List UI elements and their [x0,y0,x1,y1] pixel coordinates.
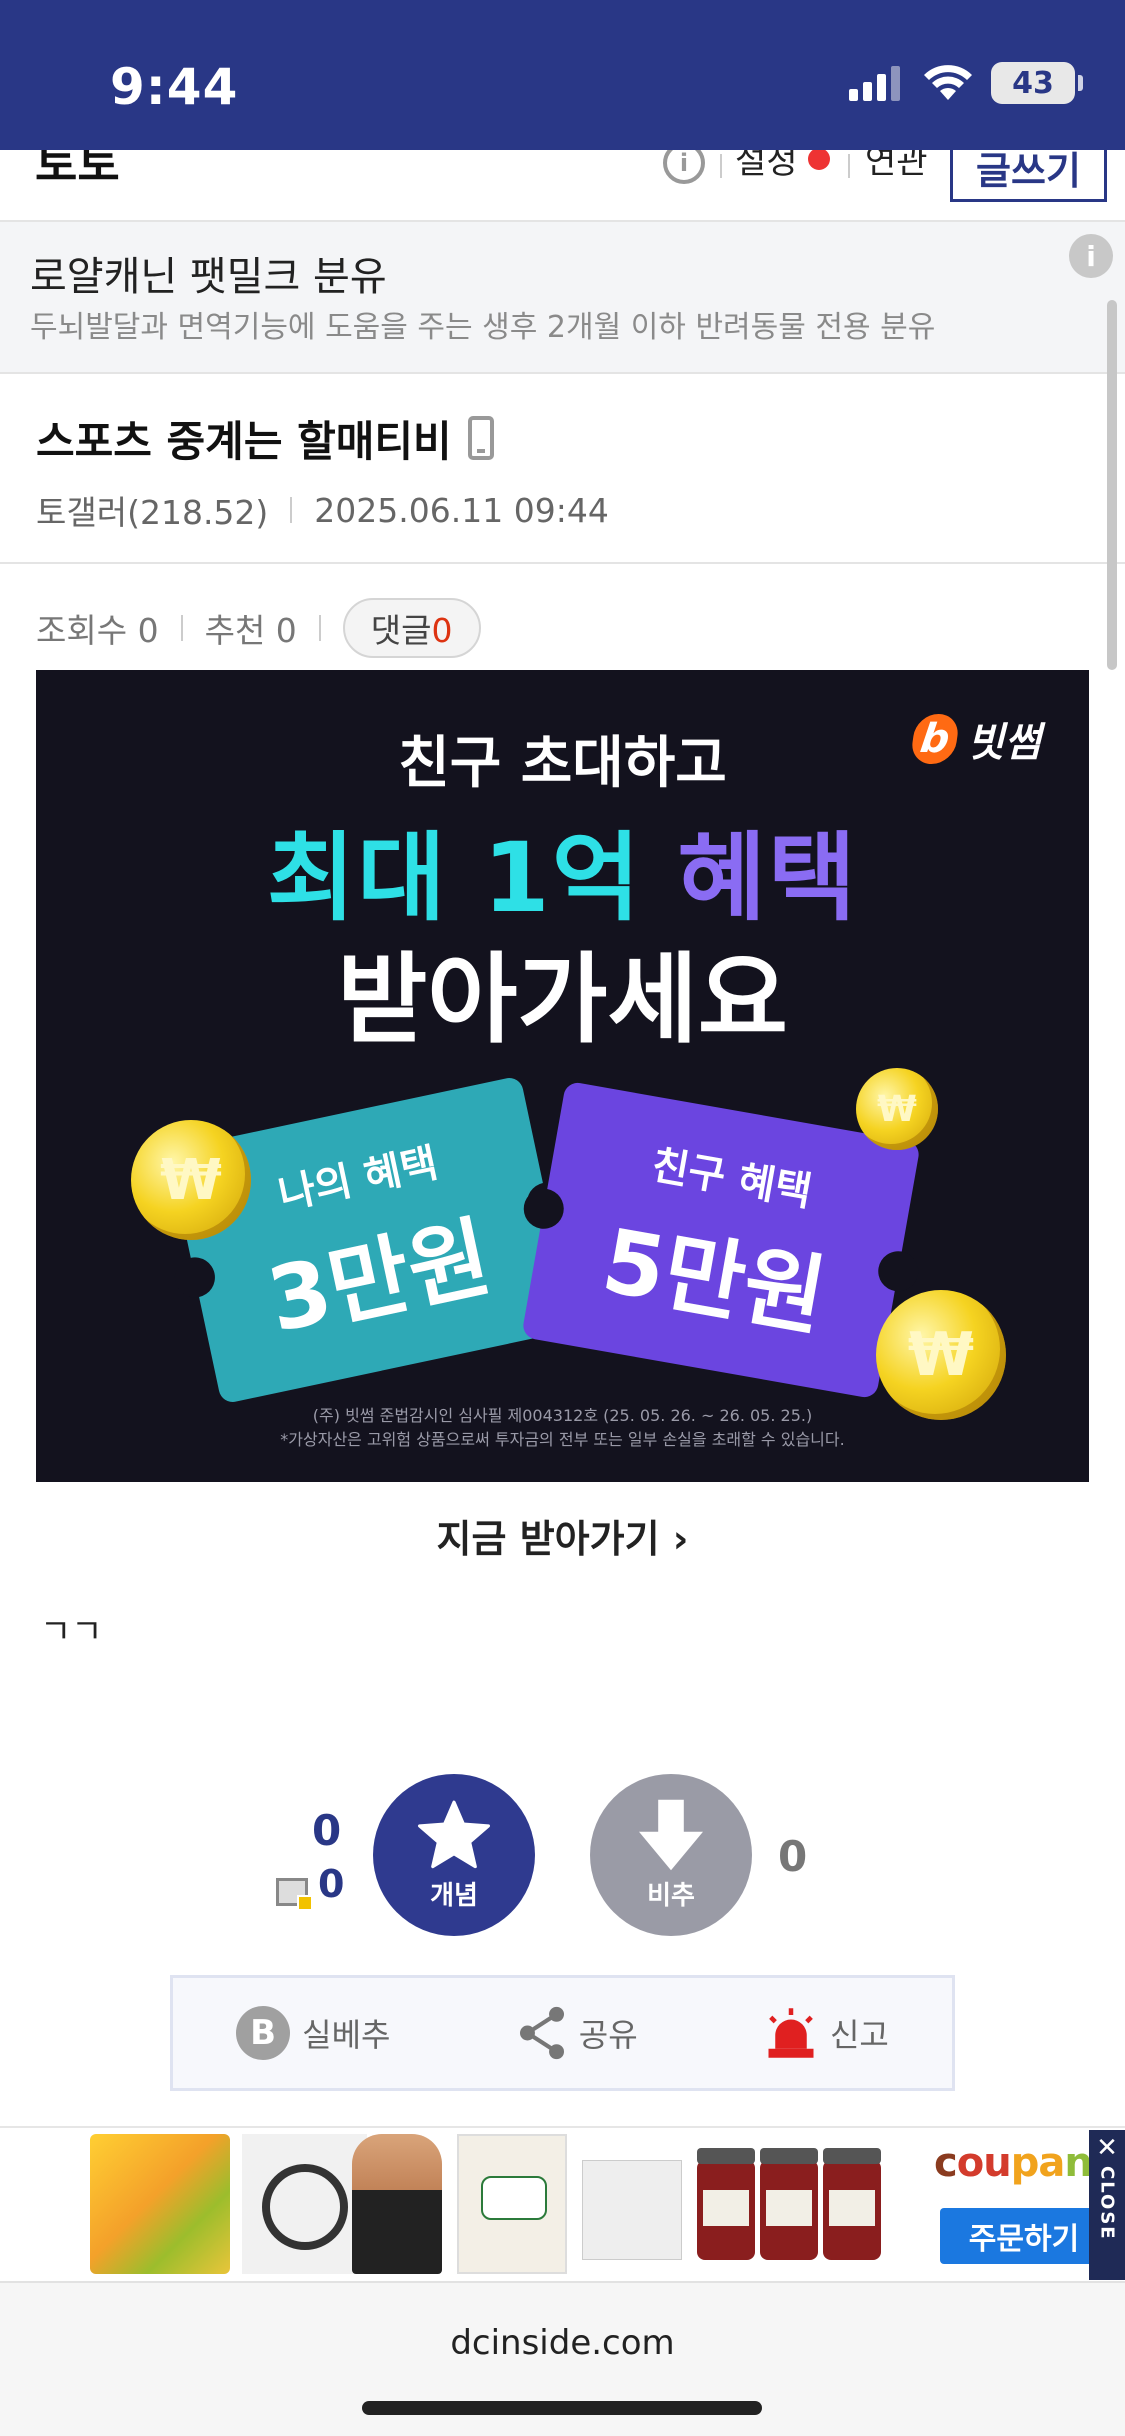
star-icon [417,1800,490,1868]
post-meta: 토갤러(218.52) 2025.06.11 09:44 [36,486,609,534]
comment-button[interactable]: 댓글0 [342,598,481,658]
won-coin-icon: ₩ [876,1290,1006,1420]
b-badge-icon: B [236,2006,291,2060]
logo-letter: ou [956,2140,1012,2186]
promo-line2: 최대 1억 혜택 [36,800,1089,939]
logo-letter: c [934,2140,958,2186]
gallery-name[interactable]: 토토 [35,150,120,194]
logo-letter: pa [1010,2140,1066,2186]
fitness-model-image [352,2134,442,2274]
share-icon [519,2006,564,2060]
divider [290,497,293,523]
signal-icon [849,66,900,101]
mango-product-image[interactable] [90,2134,230,2274]
close-icon: ✕ [1096,2133,1118,2163]
info-icon[interactable]: i [663,150,705,184]
upvote-label: 개념 [430,1880,478,1911]
my-benefit-coupon: 나의 혜택 3만원 [167,1075,575,1405]
mobile-device-icon [468,416,494,460]
ad-description: 두뇌발달과 면역기능에 도움을 주는 생후 2개월 이하 반려동물 전용 분유 [30,310,936,345]
rice-bag-product-image[interactable] [457,2134,567,2274]
divider [720,154,722,178]
divider [848,154,850,178]
settings-link[interactable]: 설정 [735,150,798,183]
promo-fine-print: (주) 빗썸 준법감시인 심사필 제004312호 (25. 05. 26. ~… [312,1406,813,1425]
divider [318,615,321,641]
report-button[interactable]: 신고 [764,2006,889,2060]
promo-highlight-benefit: 혜택 [677,822,859,934]
home-indicator[interactable] [362,2401,762,2415]
downvote-count: 0 [778,1832,808,1881]
comment-label: 댓글 [370,611,432,650]
promo-line3: 받아가세요 [337,943,788,1057]
gallery-header: 토토 i 설정 연관 글쓰기 [0,150,1125,222]
notification-dot [808,150,830,170]
downvote-label: 비추 [647,1880,695,1911]
post-stats: 조회수 0 추천 0 댓글0 [36,598,481,658]
browser-url[interactable]: dcinside.com [0,2323,1125,2363]
jar-product-image[interactable] [823,2148,881,2260]
won-coin-icon: ₩ [131,1120,251,1240]
fixed-upvote-count: 0 [318,1862,345,1906]
ad-title[interactable]: 로얄캐닌 팻밀크 분유 [30,244,387,302]
divider [180,615,183,641]
jar-product-image[interactable] [760,2148,818,2260]
share-button[interactable]: 공유 [517,2006,638,2060]
post-title: 스포츠 중계는 할매티비 [36,417,452,466]
promo-line1: 친구 초대하고 [398,731,727,796]
status-time: 9:44 [110,58,239,116]
recommend-count: 추천 0 [204,611,297,650]
wifi-icon [924,65,972,100]
downvote-button[interactable]: 비추 [590,1774,752,1936]
fixed-upvote-icon [276,1878,313,1911]
promo-banner[interactable]: b 빗썸 친구 초대하고 최대 1억 혜택 받아가세요 나의 혜택 3만원 친구… [36,670,1089,1482]
resistance-band-product-image[interactable] [242,2134,367,2274]
browser-address-bar[interactable]: dcinside.com [0,2281,1125,2436]
ad-info-icon[interactable]: i [1069,234,1113,278]
write-button[interactable]: 글쓰기 [950,150,1107,202]
order-button[interactable]: 주문하기 [940,2208,1108,2264]
comment-count: 0 [431,611,453,650]
box-product-image[interactable] [582,2160,682,2260]
jar-product-image[interactable] [697,2148,755,2260]
logo-letter: n [1064,2140,1093,2186]
close-label: CLOSE [1096,2166,1118,2241]
promo-cta-link[interactable]: 지금 받아가기 › [0,1508,1125,1563]
post-header: 스포츠 중계는 할매티비 토갤러(218.52) 2025.06.11 09:4… [0,374,1125,564]
share-label: 공유 [578,2016,638,2054]
upvote-count: 0 [312,1806,342,1855]
post-body: ㄱㄱ [40,1612,103,1652]
view-count: 조회수 0 [36,611,159,650]
promo-highlight: 최대 1억 [266,822,643,934]
silbe-label: 실베추 [302,2016,391,2054]
silbe-recommend-button[interactable]: B 실베추 [236,2006,390,2060]
related-link[interactable]: 연관 [865,150,928,183]
coupang-ad-banner[interactable]: coupang 주문하기 ✕ CLOSE [0,2126,1125,2281]
post-author[interactable]: 토갤러(218.52) [36,486,268,534]
won-coin-icon: ₩ [856,1068,938,1150]
promo-disclaimer: *가상자산은 고위험 상품으로써 투자금의 전부 또는 일부 손실을 초래할 수… [280,1430,845,1449]
ad-close-button[interactable]: ✕ CLOSE [1089,2130,1125,2280]
text-ad-banner[interactable]: 로얄캐닌 팻밀크 분유 두뇌발달과 면역기능에 도움을 주는 생후 2개월 이하… [0,222,1125,374]
battery-icon: 43 [991,62,1083,104]
status-bar: 9:44 43 [0,0,1125,150]
siren-icon [768,2008,814,2058]
ad-product-strip[interactable]: coupang 주문하기 [82,2130,1120,2280]
post-action-bar: B 실베추 공유 신고 [170,1975,955,2091]
post-date: 2025.06.11 09:44 [314,490,609,530]
arrow-down-icon [639,1799,703,1870]
upvote-button[interactable]: 개념 [373,1774,535,1936]
scrollbar[interactable] [1107,300,1117,670]
report-label: 신고 [829,2016,889,2054]
status-icons: 43 [849,62,1083,104]
